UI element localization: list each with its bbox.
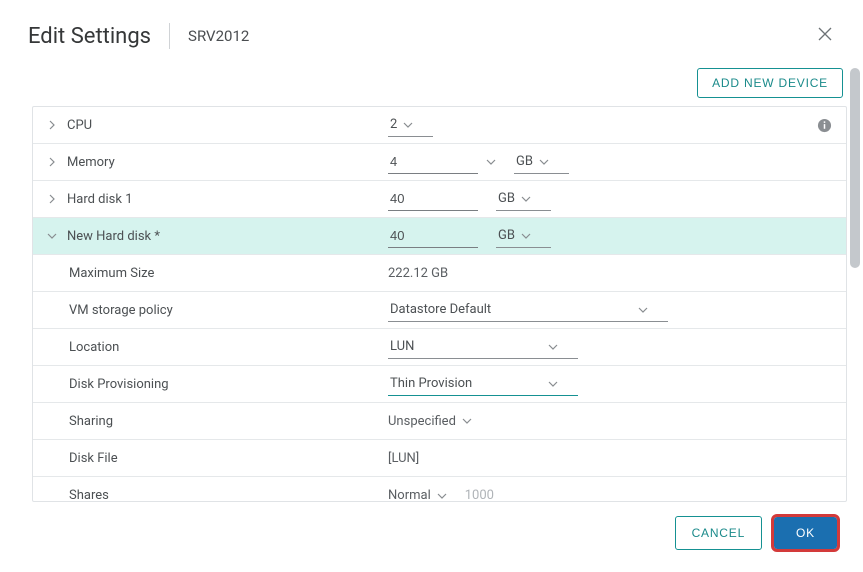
chevron-down-icon: [437, 491, 447, 501]
add-new-device-button[interactable]: ADD NEW DEVICE: [697, 68, 843, 98]
storage-policy-label: VM storage policy: [69, 303, 173, 318]
row-shares: Shares Normal 1000: [33, 477, 846, 502]
location-label: Location: [69, 340, 119, 355]
scrollbar[interactable]: [847, 64, 863, 502]
ok-button[interactable]: OK: [774, 517, 837, 549]
memory-value-input[interactable]: [388, 150, 478, 174]
chevron-down-icon: [47, 231, 61, 241]
info-icon[interactable]: [817, 118, 832, 133]
chevron-down-icon: [548, 342, 558, 352]
sharing-label: Sharing: [69, 414, 113, 429]
cancel-button[interactable]: CANCEL: [675, 516, 762, 550]
content: ADD NEW DEVICE CPU 2: [0, 64, 863, 502]
chevron-down-icon: [403, 120, 413, 130]
disk-provisioning-select[interactable]: Thin Provision: [388, 372, 578, 396]
chevron-down-icon: [521, 194, 531, 204]
storage-policy-select[interactable]: Datastore Default: [388, 298, 668, 322]
dialog-title: Edit Settings: [28, 24, 151, 49]
harddisk1-label: Hard disk 1: [67, 192, 133, 207]
dialog-footer: CANCEL OK: [0, 502, 863, 572]
disk-file-label: Disk File: [69, 451, 118, 466]
edit-settings-dialog: Edit Settings SRV2012 ADD NEW DEVICE CPU: [0, 0, 863, 572]
row-disk-provisioning: Disk Provisioning Thin Provision: [33, 366, 846, 403]
memory-label: Memory: [67, 155, 115, 170]
cpu-label: CPU: [67, 118, 92, 133]
chevron-down-icon: [638, 305, 648, 315]
new-harddisk-unit-select[interactable]: GB: [496, 224, 551, 248]
row-maximum-size: Maximum Size 222.12 GB: [33, 255, 846, 292]
memory-unit-select[interactable]: GB: [514, 150, 569, 174]
shares-mode-select[interactable]: Normal: [388, 488, 447, 502]
harddisk1-size-input[interactable]: [388, 187, 478, 211]
row-storage-policy: VM storage policy Datastore Default: [33, 292, 846, 329]
dialog-header: Edit Settings SRV2012: [0, 0, 863, 64]
cpu-count-select[interactable]: 2: [388, 113, 433, 137]
new-harddisk-size-input[interactable]: [388, 224, 478, 248]
row-sharing: Sharing Unspecified: [33, 403, 846, 440]
row-harddisk1[interactable]: Hard disk 1 GB: [33, 181, 846, 218]
vm-name: SRV2012: [188, 27, 249, 45]
new-harddisk-label: New Hard disk *: [67, 229, 160, 244]
harddisk1-unit-select[interactable]: GB: [496, 187, 551, 211]
row-new-harddisk[interactable]: New Hard disk * GB: [33, 218, 846, 255]
rows-container: CPU 2 Memory: [32, 106, 847, 502]
maximum-size-label: Maximum Size: [69, 266, 154, 281]
chevron-right-icon: [47, 157, 61, 167]
chevron-down-icon: [548, 379, 558, 389]
settings-table: ADD NEW DEVICE CPU 2: [32, 64, 847, 502]
row-disk-file: Disk File [LUN]: [33, 440, 846, 477]
row-memory[interactable]: Memory GB: [33, 144, 846, 181]
disk-file-value: [LUN]: [388, 451, 419, 466]
chevron-down-icon: [462, 416, 472, 426]
close-button[interactable]: [811, 22, 839, 50]
maximum-size-value: 222.12 GB: [388, 266, 448, 281]
sharing-value[interactable]: Unspecified: [388, 414, 472, 429]
divider: [169, 23, 170, 49]
disk-provisioning-label: Disk Provisioning: [69, 377, 169, 392]
row-cpu[interactable]: CPU 2: [33, 107, 846, 144]
shares-value: 1000: [465, 488, 494, 502]
topbar: ADD NEW DEVICE: [32, 64, 847, 106]
chevron-down-icon: [539, 157, 549, 167]
chevron-right-icon: [47, 120, 61, 130]
close-icon: [817, 26, 833, 46]
scrollbar-thumb[interactable]: [850, 68, 860, 268]
location-select[interactable]: LUN: [388, 335, 578, 359]
chevron-down-icon: [521, 231, 531, 241]
shares-label: Shares: [69, 488, 109, 502]
chevron-right-icon: [47, 194, 61, 204]
row-location: Location LUN: [33, 329, 846, 366]
chevron-down-icon[interactable]: [486, 157, 496, 167]
